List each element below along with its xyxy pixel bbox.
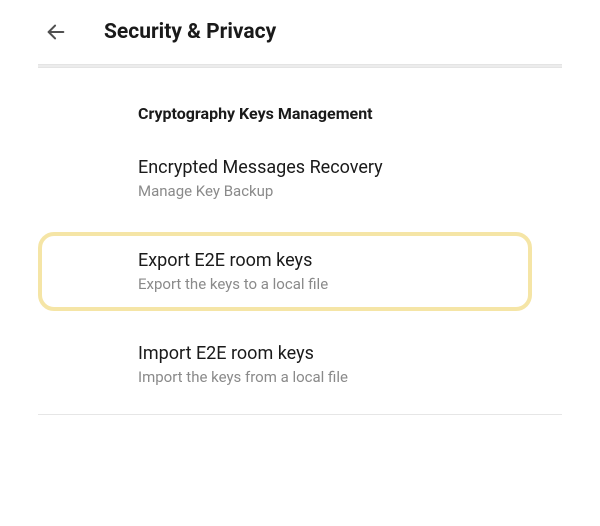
item-subtitle: Manage Key Backup bbox=[138, 182, 542, 200]
item-subtitle: Export the keys to a local file bbox=[138, 275, 508, 293]
bottom-divider bbox=[38, 414, 562, 415]
header-bar: Security & Privacy bbox=[0, 0, 600, 64]
section-heading: Cryptography Keys Management bbox=[38, 68, 562, 143]
item-title: Encrypted Messages Recovery bbox=[138, 157, 542, 178]
page-title: Security & Privacy bbox=[104, 20, 276, 44]
encrypted-messages-recovery-item[interactable]: Encrypted Messages Recovery Manage Key B… bbox=[38, 143, 562, 214]
export-e2e-keys-item[interactable]: Export E2E room keys Export the keys to … bbox=[38, 232, 532, 311]
item-title: Export E2E room keys bbox=[138, 250, 508, 271]
back-arrow-icon[interactable] bbox=[42, 18, 70, 46]
crypto-keys-section: Cryptography Keys Management Encrypted M… bbox=[0, 68, 600, 400]
item-title: Import E2E room keys bbox=[138, 343, 542, 364]
spacer bbox=[38, 311, 562, 329]
item-subtitle: Import the keys from a local file bbox=[138, 368, 542, 386]
import-e2e-keys-item[interactable]: Import E2E room keys Import the keys fro… bbox=[38, 329, 562, 400]
spacer bbox=[38, 214, 562, 232]
